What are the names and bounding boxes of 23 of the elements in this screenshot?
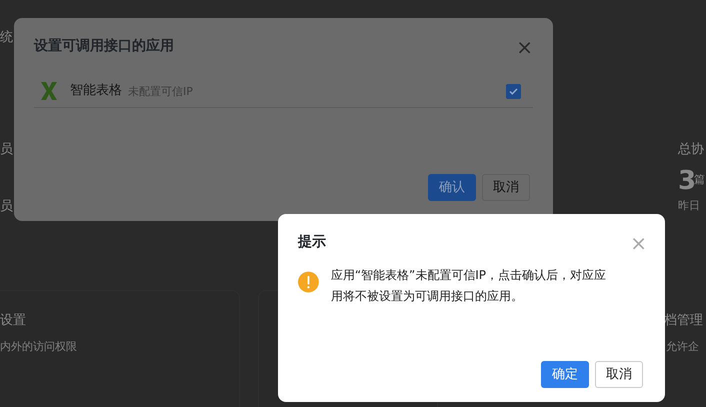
unit-label: 篇 bbox=[694, 172, 705, 188]
background-label: 档管理 bbox=[664, 312, 703, 330]
checkbox[interactable] bbox=[506, 84, 521, 98]
confirm-button[interactable]: 确认 bbox=[428, 174, 476, 201]
cancel-button[interactable]: 取消 bbox=[482, 174, 530, 201]
close-button[interactable]: × bbox=[630, 232, 647, 252]
background-label: 统 bbox=[0, 29, 13, 47]
background-label: 总协 bbox=[678, 141, 704, 159]
cancel-button[interactable]: 取消 bbox=[595, 360, 643, 388]
close-button[interactable]: × bbox=[516, 36, 533, 56]
background-label: 员 bbox=[0, 198, 13, 216]
confirm-button[interactable]: 确定 bbox=[541, 360, 589, 388]
dialog-title: 设置可调用接口的应用 bbox=[34, 36, 174, 56]
check-icon bbox=[509, 88, 518, 94]
background-note: 内外的访问权限 bbox=[0, 339, 77, 355]
background-label: 员 bbox=[0, 141, 13, 159]
background-label: 设置 bbox=[0, 312, 26, 330]
background-note: 昨日 bbox=[678, 198, 700, 214]
app-name: 智能表格 bbox=[70, 82, 122, 100]
app-icon bbox=[40, 81, 58, 101]
message-text: 应用“智能表格”未配置可信IP，点击确认后，对应应用将不被设置为可调用接口的应用。 bbox=[330, 267, 608, 305]
dialog-title: 提示 bbox=[298, 233, 326, 252]
background-note: 允许企 bbox=[666, 339, 699, 355]
